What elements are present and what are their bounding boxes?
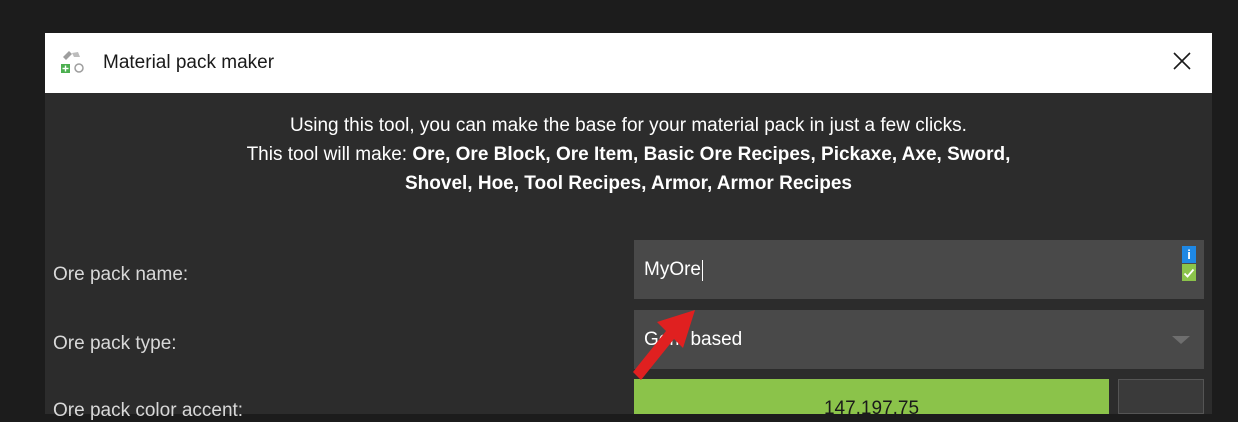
- red-arrow-icon: [633, 310, 695, 380]
- intro-line-1: Using this tool, you can make the base f…: [290, 115, 967, 136]
- ore-pack-name-field[interactable]: MyOre i: [634, 240, 1204, 299]
- intro-text: Using this tool, you can make the base f…: [45, 111, 1212, 198]
- intro-line-2: This tool will make: Ore, Ore Block, Ore…: [45, 140, 1212, 169]
- ore-pack-color-label: Ore pack color accent:: [53, 400, 244, 421]
- validation-status: i: [1182, 246, 1196, 281]
- chevron-down-icon: [1172, 336, 1190, 344]
- ore-pack-type-label: Ore pack type:: [53, 333, 177, 354]
- close-button[interactable]: [1152, 33, 1212, 93]
- title-bar: Material pack maker: [45, 33, 1212, 93]
- text-caret: [702, 259, 703, 281]
- intro-items-1: Ore, Ore Block, Ore Item, Basic Ore Reci…: [412, 144, 1011, 165]
- ore-pack-name-value: MyOre: [644, 259, 701, 280]
- ore-pack-type-select[interactable]: Gem based: [634, 310, 1204, 369]
- intro-items-2: Shovel, Hoe, Tool Recipes, Armor, Armor …: [405, 173, 852, 194]
- check-icon: [1182, 264, 1196, 281]
- color-picker-button[interactable]: [1118, 379, 1204, 414]
- ore-pack-name-text: MyOre: [644, 259, 703, 281]
- material-pack-maker-dialog: Material pack maker Using this tool, you…: [45, 33, 1212, 421]
- window-title: Material pack maker: [103, 52, 275, 73]
- ore-pack-color-value: 147,197,75: [823, 398, 920, 419]
- material-pack-icon: [59, 49, 85, 75]
- info-icon[interactable]: i: [1182, 246, 1196, 263]
- ore-pack-color-swatch[interactable]: 147,197,75: [634, 379, 1109, 419]
- ore-pack-name-label: Ore pack name:: [53, 264, 189, 285]
- intro-prefix: This tool will make:: [246, 144, 413, 165]
- intro-line-3: Shovel, Hoe, Tool Recipes, Armor, Armor …: [45, 169, 1212, 198]
- close-icon: [1172, 51, 1192, 76]
